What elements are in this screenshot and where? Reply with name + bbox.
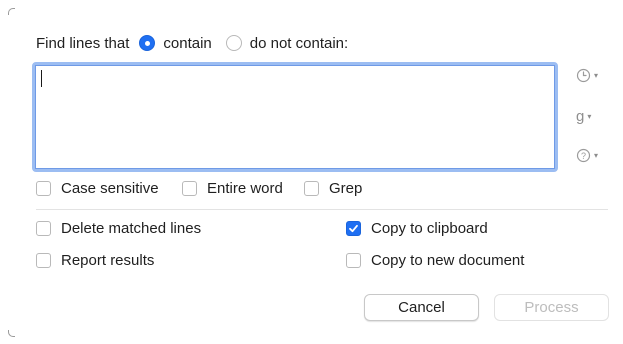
svg-text:?: ? <box>581 151 586 161</box>
clock-icon <box>576 68 591 82</box>
delete-matched-checkbox[interactable] <box>36 220 51 236</box>
grep-label: Grep <box>329 179 363 197</box>
pattern-textarea[interactable] <box>32 62 558 172</box>
find-mode-row: Find lines that contain do not contain: <box>36 33 348 53</box>
help-button[interactable]: ? ▾ <box>576 146 606 164</box>
chevron-down-icon: ▾ <box>594 70 599 80</box>
text-caret <box>41 70 42 87</box>
grep-pattern-g-icon: g <box>576 107 585 125</box>
chevron-down-icon: ▾ <box>587 111 592 121</box>
copy-clipboard-label: Copy to clipboard <box>371 219 488 237</box>
contain-radio[interactable] <box>139 35 156 51</box>
contain-radio-label: contain <box>163 34 212 52</box>
grep-option[interactable]: Grep <box>304 179 362 197</box>
not-contain-radio-option[interactable]: do not contain: <box>225 34 349 52</box>
process-button[interactable]: Process <box>494 294 609 321</box>
contain-radio-option[interactable]: contain <box>139 34 212 52</box>
report-results-checkbox[interactable] <box>36 252 51 268</box>
cancel-button[interactable]: Cancel <box>364 294 479 321</box>
copy-new-doc-option[interactable]: Copy to new document <box>346 251 524 269</box>
checkmark-icon <box>349 224 358 232</box>
grep-patterns-button[interactable]: g ▾ <box>576 107 606 125</box>
window-corner-bottom-left <box>8 330 15 337</box>
copy-new-doc-checkbox[interactable] <box>346 252 361 268</box>
delete-matched-option[interactable]: Delete matched lines <box>36 219 201 237</box>
pattern-textarea-border <box>35 65 555 169</box>
report-results-option[interactable]: Report results <box>36 251 154 269</box>
case-sensitive-label: Case sensitive <box>61 179 159 197</box>
not-contain-radio-label: do not contain: <box>249 34 349 52</box>
case-sensitive-checkbox[interactable] <box>36 180 51 196</box>
case-sensitive-option[interactable]: Case sensitive <box>36 179 159 197</box>
help-icon: ? <box>576 148 591 162</box>
copy-new-doc-label: Copy to new document <box>371 251 525 269</box>
entire-word-label: Entire word <box>207 179 283 197</box>
delete-matched-label: Delete matched lines <box>61 219 202 237</box>
not-contain-radio[interactable] <box>225 35 242 51</box>
section-divider <box>36 209 608 210</box>
entire-word-option[interactable]: Entire word <box>182 179 283 197</box>
chevron-down-icon: ▾ <box>594 150 599 160</box>
window-corner-top-left <box>8 8 15 15</box>
copy-clipboard-option[interactable]: Copy to clipboard <box>346 219 488 237</box>
entire-word-checkbox[interactable] <box>182 180 197 196</box>
copy-clipboard-checkbox[interactable] <box>346 220 361 236</box>
report-results-label: Report results <box>61 251 155 269</box>
recent-patterns-button[interactable]: ▾ <box>576 66 606 84</box>
process-lines-dialog: Find lines that contain do not contain: … <box>0 0 623 344</box>
find-lines-label: Find lines that <box>36 34 130 52</box>
grep-checkbox[interactable] <box>304 180 319 196</box>
